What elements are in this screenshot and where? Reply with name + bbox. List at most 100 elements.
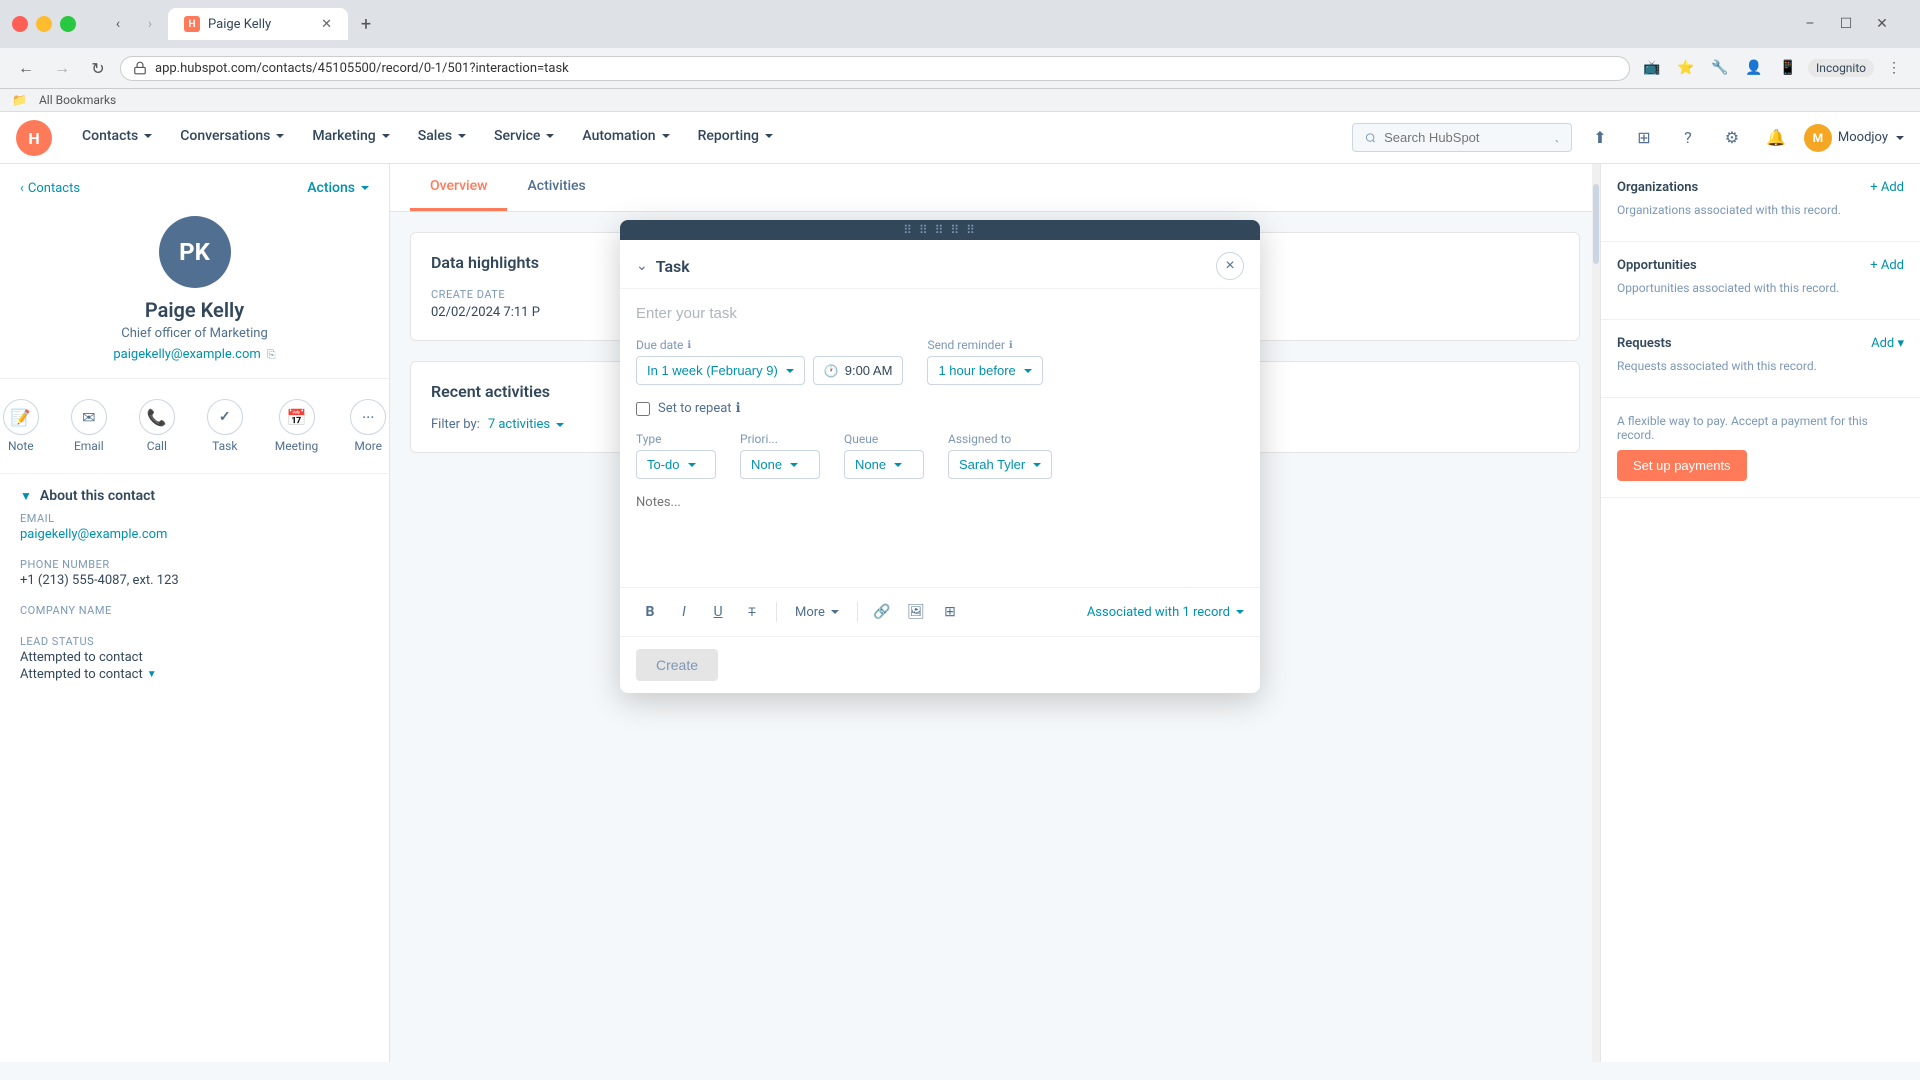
activities-title: Recent activities — [431, 382, 550, 401]
browser-restore-btn[interactable]: ☐ — [1832, 10, 1860, 38]
nav-sales[interactable]: Sales — [404, 112, 480, 164]
user-menu[interactable]: M Moodjoy — [1804, 124, 1904, 152]
due-date-row: Due date ℹ In 1 week (February 9) 🕐 9:00… — [636, 338, 1244, 385]
note-button[interactable]: 📝 Note — [0, 391, 51, 461]
browser-minimize-btn[interactable] — [36, 16, 52, 32]
lead-status-value: Attempted to contact — [20, 650, 369, 665]
tab-activities[interactable]: Activities — [507, 164, 605, 211]
copy-email-icon[interactable]: ⎘ — [267, 348, 276, 362]
scroll-thumb[interactable] — [1593, 184, 1599, 264]
reminder-btn[interactable]: 1 hour before — [927, 356, 1042, 385]
image-btn[interactable]: 🖼 — [902, 598, 930, 626]
nav-conversations[interactable]: Conversations — [166, 112, 298, 164]
note-label: Note — [8, 439, 34, 453]
call-button[interactable]: 📞 Call — [127, 391, 187, 461]
italic-btn[interactable]: I — [670, 598, 698, 626]
notifications-icon[interactable]: 🔔 — [1760, 122, 1792, 154]
browser-close-window-btn[interactable]: ✕ — [1868, 10, 1896, 38]
tab-back-btn[interactable]: ‹ — [104, 10, 132, 38]
email-prop: Email paigekelly@example.com — [20, 512, 369, 542]
settings-icon[interactable]: ⚙ — [1716, 122, 1748, 154]
set-up-payments-btn[interactable]: Set up payments — [1617, 450, 1747, 481]
due-date-btn[interactable]: In 1 week (February 9) — [636, 356, 805, 385]
modal-close-btn[interactable]: × — [1216, 252, 1244, 280]
repeat-checkbox[interactable] — [636, 402, 650, 416]
more-label: More — [795, 605, 825, 620]
reminder-label: Send reminder ℹ — [927, 338, 1042, 352]
tab-close-btn[interactable]: ✕ — [321, 17, 332, 32]
strikethrough-btn[interactable]: T — [738, 598, 766, 626]
task-name-input[interactable] — [636, 305, 1244, 322]
toolbar-divider-2 — [857, 602, 858, 622]
queue-value: None — [855, 457, 886, 472]
opportunities-add-btn[interactable]: + Add — [1870, 258, 1904, 273]
back-chevron-icon: ‹ — [20, 181, 24, 196]
marketplace-icon[interactable]: ⊞ — [1628, 122, 1660, 154]
bold-btn[interactable]: B — [636, 598, 664, 626]
nav-automation[interactable]: Automation — [568, 112, 683, 164]
browser-minimize-window-btn[interactable]: – — [1796, 10, 1824, 38]
extension-icon[interactable]: 🔧 — [1706, 54, 1734, 82]
email-button[interactable]: ✉ Email — [59, 391, 119, 461]
organizations-add-btn[interactable]: + Add — [1870, 180, 1904, 195]
nav-contacts[interactable]: Contacts — [68, 112, 166, 164]
nav-reporting[interactable]: Reporting — [684, 112, 787, 164]
priority-btn[interactable]: None — [740, 450, 820, 479]
address-bar[interactable]: app.hubspot.com/contacts/45105500/record… — [120, 56, 1630, 81]
queue-btn[interactable]: None — [844, 450, 924, 479]
email-value[interactable]: paigekelly@example.com — [113, 347, 260, 362]
filter-prefix: Filter by: — [431, 417, 480, 432]
associated-record-btn[interactable]: Associated with 1 record — [1087, 605, 1244, 620]
reload-btn[interactable]: ↻ — [84, 54, 112, 82]
create-btn[interactable]: Create — [636, 649, 718, 681]
nav-marketing[interactable]: Marketing — [298, 112, 403, 164]
about-section-header[interactable]: ▼ About this contact — [0, 474, 389, 512]
modal-collapse-btn[interactable]: ⌄ — [636, 258, 648, 274]
browser-maximize-btn[interactable] — [60, 16, 76, 32]
tab-forward-btn[interactable]: › — [136, 10, 164, 38]
notes-textarea[interactable] — [636, 495, 1244, 555]
type-btn[interactable]: To-do — [636, 450, 716, 479]
time-btn[interactable]: 🕐 9:00 AM — [813, 356, 904, 385]
cast-icon[interactable]: 📺 — [1638, 54, 1666, 82]
all-bookmarks-label[interactable]: All Bookmarks — [39, 93, 116, 107]
forward-btn[interactable]: → — [48, 54, 76, 82]
requests-add-btn[interactable]: Add ▾ — [1871, 336, 1904, 351]
new-tab-btn[interactable]: + — [352, 10, 380, 38]
assigned-btn[interactable]: Sarah Tyler — [948, 450, 1052, 479]
more-button[interactable]: ··· More — [338, 391, 390, 461]
nav-service[interactable]: Service — [480, 112, 568, 164]
task-button[interactable]: ✓ Task — [195, 391, 255, 461]
help-icon[interactable]: ? — [1672, 122, 1704, 154]
avatar: PK — [159, 216, 231, 288]
actions-button[interactable]: Actions — [307, 180, 369, 196]
browser-close-btn[interactable] — [12, 16, 28, 32]
link-btn[interactable]: 🔗 — [868, 598, 896, 626]
tab-overview[interactable]: Overview — [410, 164, 507, 211]
search-input[interactable] — [1384, 130, 1540, 145]
modal-drag-handle[interactable]: ⠿ ⠿ ⠿ ⠿ ⠿ — [620, 220, 1260, 240]
table-btn[interactable]: ⊞ — [936, 598, 964, 626]
upgrade-icon[interactable]: ⬆ — [1584, 122, 1616, 154]
clock-icon: 🕐 — [824, 364, 839, 378]
priority-value: None — [751, 457, 782, 472]
menu-btn[interactable]: ⋮ — [1880, 54, 1908, 82]
meeting-button[interactable]: 📅 Meeting — [263, 391, 330, 461]
payments-text: A flexible way to pay. Accept a payment … — [1617, 414, 1904, 442]
more-format-btn[interactable]: More — [787, 601, 847, 624]
underline-btn[interactable]: U — [704, 598, 732, 626]
action-buttons: 📝 Note ✉ Email 📞 Call ✓ Task 📅 Meet — [0, 378, 389, 474]
filter-activities-btn[interactable]: 7 activities — [488, 417, 564, 432]
search-box[interactable] — [1352, 123, 1572, 152]
tablet-icon[interactable]: 📱 — [1774, 54, 1802, 82]
modal-title: Task — [656, 257, 690, 276]
back-btn[interactable]: ← — [12, 54, 40, 82]
hubspot-logo[interactable]: H — [16, 120, 52, 156]
profile-icon[interactable]: 👤 — [1740, 54, 1768, 82]
sidebar-header: ‹ Contacts Actions — [0, 164, 389, 204]
back-to-contacts[interactable]: ‹ Contacts — [20, 181, 80, 196]
lead-dropdown-icon[interactable]: ▼ — [147, 669, 157, 680]
bookmarks-bar: 📁 All Bookmarks — [0, 89, 1920, 112]
bookmark-icon[interactable]: ⭐ — [1672, 54, 1700, 82]
active-tab[interactable]: H Paige Kelly ✕ — [168, 8, 348, 40]
